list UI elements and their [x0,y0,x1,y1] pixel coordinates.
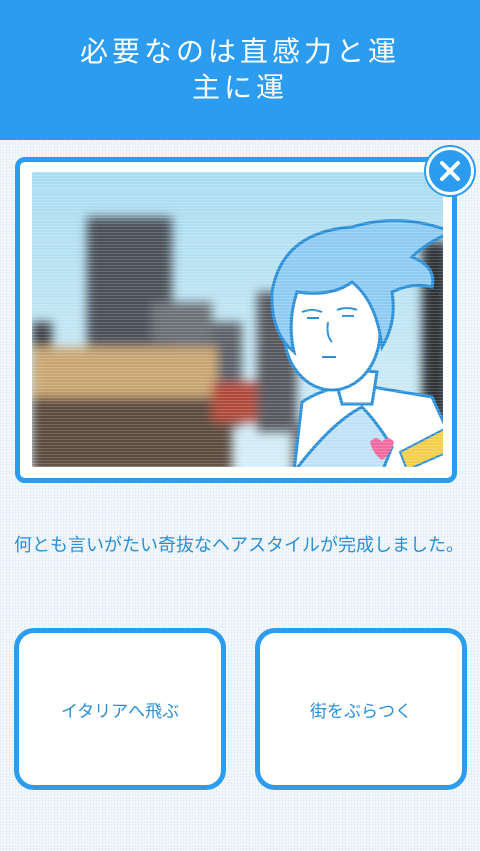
title-line-2: 主に運 [191,71,288,104]
choice-button-wander[interactable]: 街をぶらつく [255,628,467,790]
scene-frame [15,157,457,483]
title-line-1: 必要なのは直感力と運 [79,35,400,68]
choice-label: イタリアへ飛ぶ [60,701,180,722]
scene-illustration [32,172,443,467]
close-icon [440,161,460,181]
close-button[interactable] [426,147,474,195]
scene-image [32,172,443,467]
choice-label: 街をぶらつく [310,701,412,722]
choice-button-italy[interactable]: イタリアへ飛ぶ [14,628,226,790]
title-header: 必要なのは直感力と運 主に運 [0,0,480,140]
story-message: 何とも言いがたい奇抜なヘアスタイルが完成しました。 [14,535,464,556]
